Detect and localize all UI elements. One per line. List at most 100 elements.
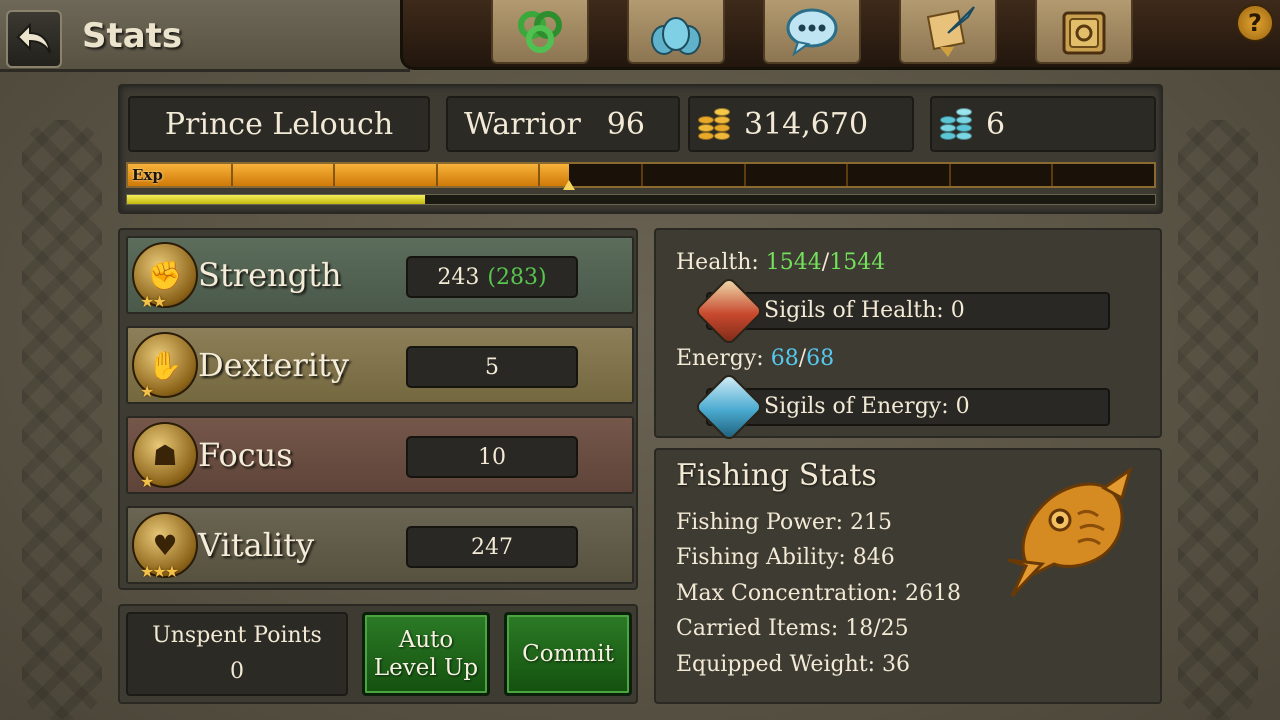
stat-stars-icon: ★★ [140, 292, 167, 311]
stat-name: Focus [198, 436, 293, 474]
max-concentration: Max Concentration: 2618 [676, 581, 961, 606]
fishing-stats-panel: Fishing Stats Fishing Power: 215 Fishing… [654, 448, 1162, 704]
fishing-stats-title: Fishing Stats [676, 458, 877, 493]
exp-marker-icon [563, 180, 576, 190]
exp-bar-segment-divider [743, 164, 746, 186]
exp-bar-segment-divider [230, 164, 233, 186]
player-name-box: Prince Lelouch [128, 96, 430, 152]
auto-level-up-line2: Level Up [373, 655, 479, 681]
player-name: Prince Lelouch [164, 106, 394, 142]
back-button[interactable] [6, 10, 62, 68]
health-sigil-icon [693, 275, 765, 347]
health-current: 1544 [765, 250, 822, 275]
exp-bar-segment-divider [1051, 164, 1054, 186]
help-button[interactable]: ? [1236, 4, 1274, 42]
gold-coins-icon [696, 104, 740, 144]
unspent-points-box: Unspent Points 0 [126, 612, 348, 696]
secondary-progress-bar [126, 194, 1156, 205]
stat-name: Strength [198, 256, 342, 294]
stat-name: Dexterity [198, 346, 349, 384]
top-bar: Stats ? [0, 0, 1280, 72]
celtic-knot-decoration-left [22, 120, 102, 720]
sigils-of-health-box: Sigils of Health: 0 [693, 275, 1110, 347]
health-label: Health: [676, 250, 759, 275]
class-level-box: Warrior 96 [446, 96, 680, 152]
nav-chat-button[interactable] [763, 0, 861, 64]
nav-map-button[interactable] [1035, 0, 1133, 64]
sigils-of-health-label: Sigils of Health: 0 [764, 298, 965, 323]
stat-stars-icon: ★★★ [140, 562, 179, 581]
exp-bar-segment-divider [846, 164, 849, 186]
stat-value-box: 5 [406, 346, 578, 388]
exp-bar-segment-divider [538, 164, 541, 186]
chat-icon [786, 8, 838, 56]
fishing-power: Fishing Power: 215 [676, 510, 892, 535]
gold-box: 314,670 [688, 96, 914, 152]
exp-bar: Exp [126, 162, 1156, 190]
secondary-progress-fill [127, 195, 426, 204]
player-class: Warrior [464, 106, 581, 142]
equipped-weight: Equipped Weight: 36 [676, 652, 910, 677]
gold-amount: 314,670 [744, 106, 869, 142]
unspent-points-label: Unspent Points [152, 623, 322, 648]
auto-level-up-line1: Auto [398, 627, 454, 653]
energy-max: 68 [806, 346, 835, 371]
map-icon [1062, 11, 1106, 55]
page-title: Stats [82, 16, 183, 56]
nav-guild-button[interactable] [627, 0, 725, 64]
exp-bar-segment-divider [641, 164, 643, 186]
stat-value-box: 247 [406, 526, 578, 568]
nav-quest-button[interactable] [899, 0, 997, 64]
title-plate: Stats [0, 0, 410, 72]
exp-bar-fill [128, 164, 570, 186]
exp-bar-segment-divider [333, 164, 336, 186]
stat-stars-icon: ★ [140, 382, 154, 401]
exp-label: Exp [132, 166, 163, 184]
celtic-knot-decoration-right [1178, 120, 1258, 720]
stat-value: 5 [485, 354, 499, 380]
energy-label: Energy: [676, 346, 764, 371]
health-max: 1544 [829, 250, 886, 275]
health-line: Health: 1544/1544 [676, 250, 885, 275]
carried-items: Carried Items: 18/25 [676, 616, 909, 641]
attributes-panel: ✊ ★★ Strength 243 (283) ✋ ★ Dexterity 5 … [118, 228, 638, 590]
stat-value-box: 243 (283) [406, 256, 578, 298]
fishing-ability: Fishing Ability: 846 [676, 545, 895, 570]
gem-amount: 6 [986, 106, 1006, 142]
sigils-of-energy-box: Sigils of Energy: 0 [693, 371, 1110, 443]
player-level: 96 [606, 106, 645, 142]
guild-icon [651, 17, 701, 55]
stat-row-vitality[interactable]: ♥ ★★★ Vitality 247 [126, 506, 634, 584]
nav-strip [400, 0, 1280, 70]
back-arrow-icon [16, 22, 51, 54]
gem-coins-icon [938, 104, 982, 144]
sigils-of-energy-label: Sigils of Energy: 0 [764, 394, 970, 419]
golden-fish-icon [1007, 466, 1133, 598]
unspent-points-value: 0 [230, 659, 244, 684]
exp-bar-segment-divider [948, 164, 951, 186]
commit-button[interactable]: Commit [504, 612, 632, 696]
exp-bar-segment-divider [435, 164, 438, 186]
stat-row-dexterity[interactable]: ✋ ★ Dexterity 5 [126, 326, 634, 404]
gem-box: 6 [930, 96, 1156, 152]
auto-level-up-button[interactable]: Auto Level Up [362, 612, 490, 696]
stat-row-strength[interactable]: ✊ ★★ Strength 243 (283) [126, 236, 634, 314]
triskelion-icon [518, 11, 562, 53]
stat-value: 10 [478, 444, 506, 470]
stat-value: 247 [471, 534, 513, 560]
vitals-panel: Health: 1544/1544 Sigils of Health: 0 En… [654, 228, 1162, 443]
auto-level-up-label: Auto Level Up [374, 626, 478, 682]
nav-triskelion-button[interactable] [491, 0, 589, 64]
energy-sigil-icon [693, 371, 765, 443]
stat-name: Vitality [198, 526, 315, 564]
quest-scroll-icon [926, 6, 975, 57]
player-info-panel: Prince Lelouch Warrior 96 314,670 6 Exp [118, 84, 1163, 214]
energy-slash: / [798, 346, 807, 371]
stat-value-box: 10 [406, 436, 578, 478]
energy-line: Energy: 68/68 [676, 346, 834, 371]
stat-bonus: (283) [487, 264, 547, 290]
stat-row-focus[interactable]: ☗ ★ Focus 10 [126, 416, 634, 494]
stat-value: 243 [437, 264, 480, 290]
stat-stars-icon: ★ [140, 472, 154, 491]
energy-current: 68 [770, 346, 799, 371]
